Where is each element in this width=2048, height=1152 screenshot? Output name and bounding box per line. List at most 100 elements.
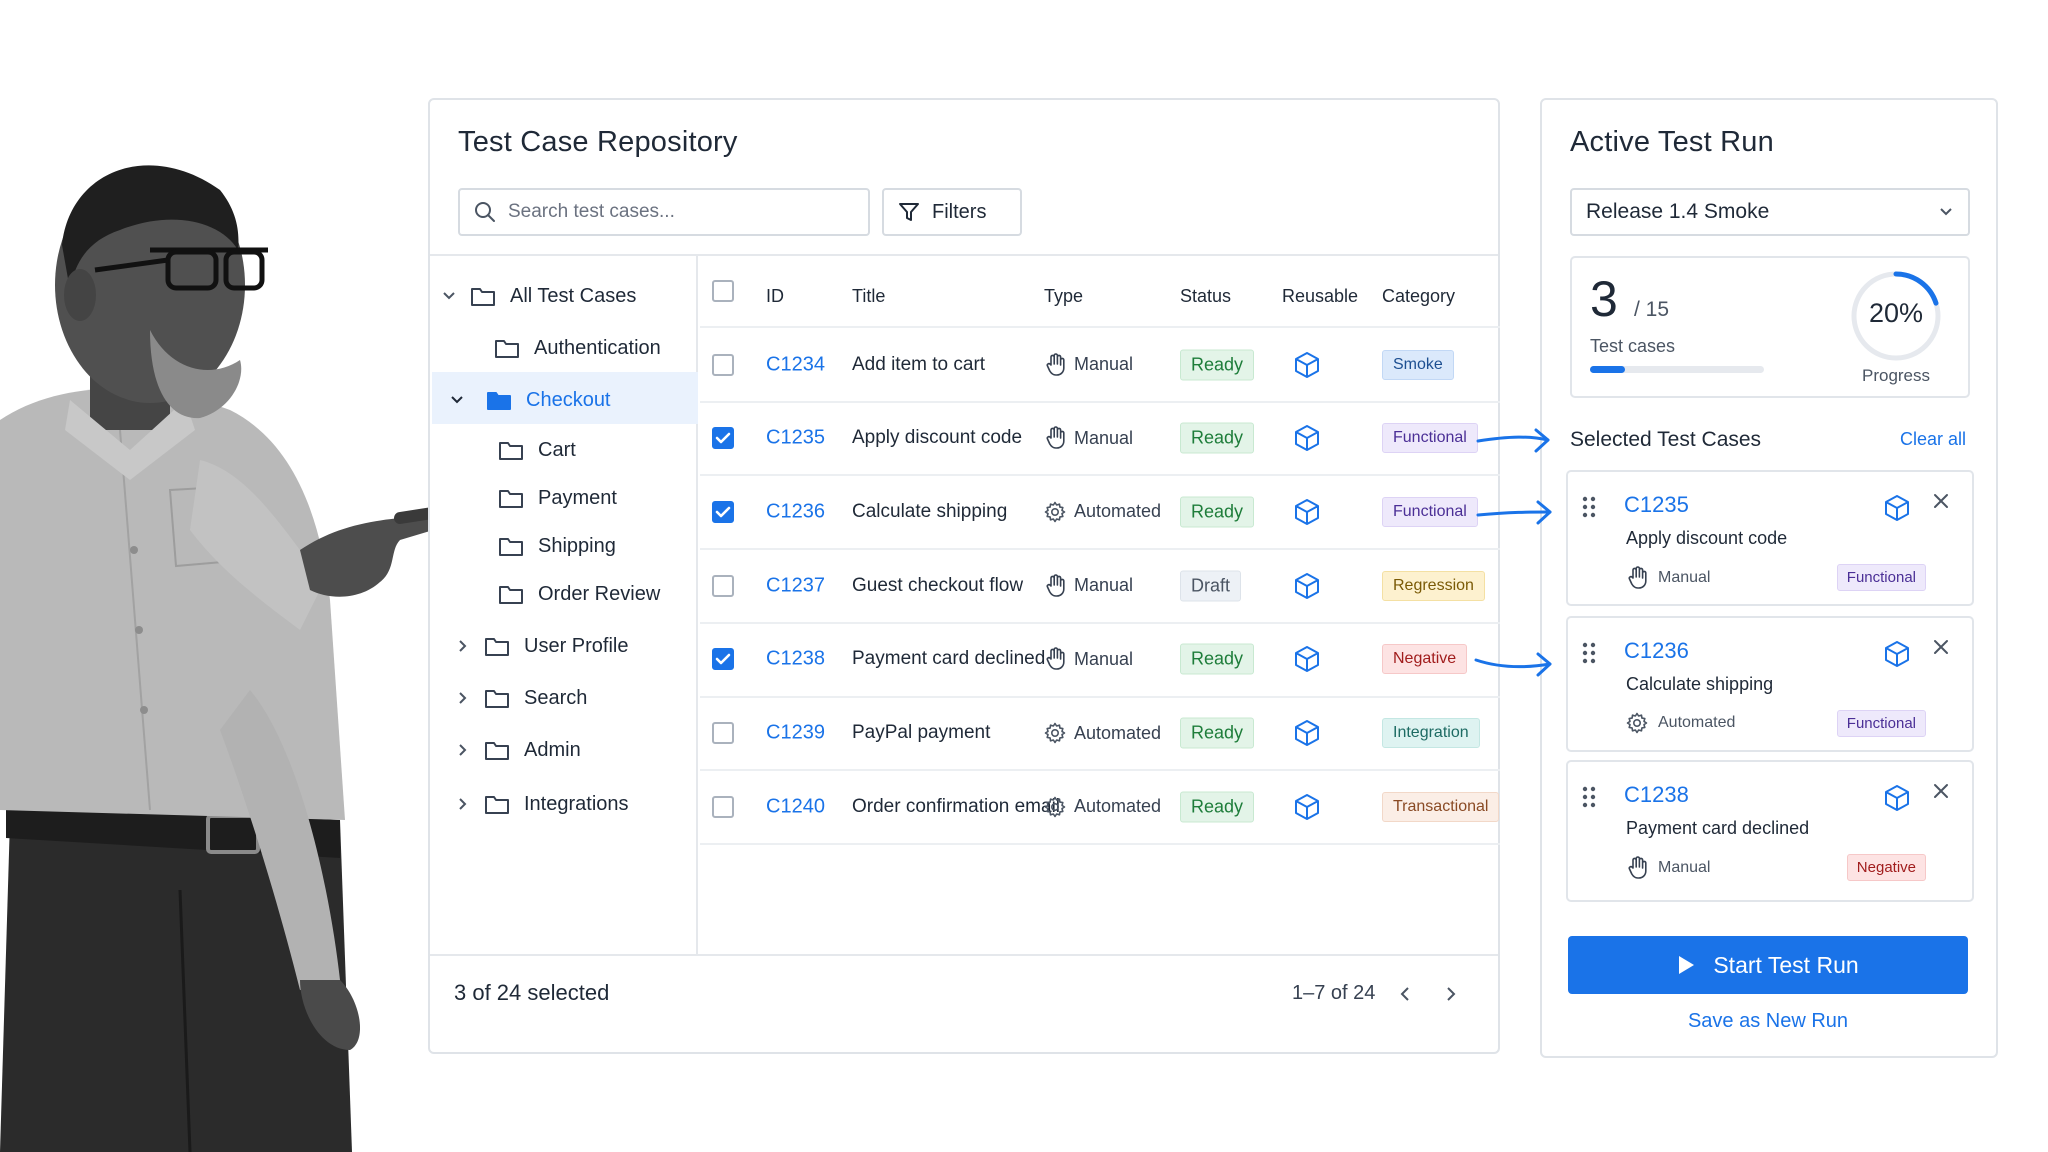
tree-label: Checkout [526, 388, 611, 411]
tree-label: All Test Cases [510, 284, 637, 307]
column-header-title[interactable]: Title [852, 286, 885, 307]
chevron-down-icon[interactable] [440, 291, 458, 301]
tree-item-integrations[interactable]: Integrations [454, 784, 629, 824]
save-as-new-run-link[interactable]: Save as New Run [1568, 1010, 1968, 1033]
test-case-id-link[interactable]: C1240 [766, 795, 825, 818]
table-row[interactable]: C1238 Payment card declined Manual Ready Neg… [700, 623, 1500, 696]
column-header-id[interactable]: ID [766, 286, 784, 307]
drag-handle-icon[interactable] [1582, 496, 1596, 523]
chevron-right-icon[interactable] [454, 797, 472, 811]
selected-test-case-title: Calculate shipping [1626, 674, 1774, 694]
table-row[interactable]: C1236 Calculate shipping Automated Ready Fun… [700, 475, 1500, 548]
type-label: Manual [1074, 354, 1134, 374]
chevron-right-icon[interactable] [454, 691, 472, 705]
remove-close-icon[interactable] [1932, 782, 1950, 805]
drag-handle-icon[interactable] [1582, 786, 1596, 813]
tree-item-admin[interactable]: Admin [454, 730, 581, 770]
chevron-down-icon[interactable] [448, 395, 466, 405]
selection-count: 3 of 24 selected [454, 980, 610, 1005]
tree-label: User Profile [524, 634, 629, 657]
type-label: Manual [1658, 859, 1711, 876]
count-label: Test cases [1590, 336, 1676, 356]
table-row[interactable]: C1237 Guest checkout flow Manual Draft Regre… [700, 549, 1500, 622]
select-all-checkbox[interactable] [712, 280, 734, 307]
test-case-type: Manual [1044, 647, 1133, 671]
test-case-id-link[interactable]: C1234 [766, 353, 825, 376]
drag-handle-icon[interactable] [1582, 642, 1596, 669]
filter-icon [898, 201, 920, 223]
reusable-cube-icon [1884, 784, 1910, 817]
test-run-select[interactable]: Release 1.4 Smoke [1570, 188, 1970, 236]
row-checkbox[interactable] [712, 722, 734, 744]
column-header-category[interactable]: Category [1382, 286, 1455, 307]
reusable-cube-icon [1884, 494, 1910, 527]
test-case-title: Guest checkout flow [852, 574, 1024, 596]
selected-test-case-type: Manual [1626, 856, 1710, 880]
status-badge: Ready [1180, 791, 1255, 823]
selected-test-case-id[interactable]: C1236 [1624, 638, 1689, 664]
selected-test-case-card[interactable]: C1238 Payment card declined Manual Negative [1566, 760, 1974, 902]
type-label: Manual [1074, 427, 1134, 448]
tree-label: Integrations [524, 792, 629, 815]
test-case-title: Calculate shipping [852, 500, 1008, 522]
table-row[interactable]: C1235 Apply discount code Manual Ready Funct… [700, 402, 1500, 475]
tree-item-cart[interactable]: Cart [486, 430, 576, 470]
remove-close-icon[interactable] [1932, 492, 1950, 515]
folder-icon [470, 285, 496, 307]
chevron-right-icon[interactable] [454, 639, 472, 653]
clear-all-link[interactable]: Clear all [1900, 429, 1966, 450]
test-case-id-link[interactable]: C1236 [766, 500, 825, 523]
status-label: Ready [1180, 791, 1255, 823]
tree-item-search[interactable]: Search [454, 678, 587, 718]
test-case-id-link[interactable]: C1238 [766, 648, 825, 671]
tree-item-checkout[interactable]: Checkout [448, 380, 611, 420]
start-test-run-button[interactable]: Start Test Run [1568, 936, 1968, 994]
row-checkbox[interactable] [712, 353, 734, 376]
category-badge: Negative [1382, 644, 1468, 675]
selected-test-case-card[interactable]: C1236 Calculate shipping Automated Function… [1566, 616, 1974, 752]
selected-test-case-id[interactable]: C1235 [1624, 492, 1689, 518]
next-page-button[interactable] [1436, 976, 1466, 1012]
status-label: Ready [1180, 422, 1255, 454]
tree-item-authentication[interactable]: Authentication [464, 328, 661, 368]
column-header-type[interactable]: Type [1044, 286, 1083, 307]
row-checkbox[interactable] [712, 427, 734, 450]
filters-button[interactable]: Filters [882, 188, 1022, 236]
test-run-select-value: Release 1.4 Smoke [1586, 200, 1770, 223]
selected-test-case-id[interactable]: C1238 [1624, 782, 1689, 808]
row-checkbox[interactable] [712, 795, 734, 818]
tree-item-shipping[interactable]: Shipping [486, 526, 616, 566]
type-label: Manual [1074, 575, 1134, 596]
test-case-id-link[interactable]: C1239 [766, 722, 825, 745]
row-checkbox[interactable] [712, 500, 734, 523]
search-input[interactable] [508, 201, 848, 223]
table-row[interactable]: C1239 PayPal payment Automated Ready Integra… [700, 697, 1500, 770]
tree-item-user-profile[interactable]: User Profile [454, 626, 628, 666]
row-checkbox[interactable] [712, 648, 734, 671]
selected-test-case-card[interactable]: C1235 Apply discount code Manual Functional [1566, 470, 1974, 606]
chevron-right-icon[interactable] [454, 743, 472, 757]
row-checkbox[interactable] [712, 574, 734, 597]
gear-icon [1044, 501, 1066, 523]
search-field[interactable] [458, 188, 870, 236]
status-label: Ready [1180, 643, 1255, 675]
reusable-cube-icon [1294, 498, 1320, 526]
progress-percent: 20% [1868, 298, 1924, 328]
tree-item-payment[interactable]: Payment [486, 478, 617, 518]
category-label: Integration [1382, 718, 1480, 748]
tree-item-order-review[interactable]: Order Review [486, 574, 660, 614]
column-header-reusable[interactable]: Reusable [1282, 286, 1358, 307]
reusable-cube-icon [1294, 645, 1320, 673]
reusable-cube-icon [1294, 793, 1320, 821]
reusable-cube-icon [1294, 572, 1320, 600]
tree-item-all-test-cases[interactable]: All Test Cases [440, 276, 636, 316]
remove-close-icon[interactable] [1932, 638, 1950, 661]
column-header-status[interactable]: Status [1180, 286, 1231, 307]
previous-page-button[interactable] [1390, 976, 1420, 1012]
folder-icon [484, 635, 510, 657]
table-row[interactable]: C1234 Add item to cart Manual Ready Smoke [700, 328, 1500, 401]
table-row[interactable]: C1240 Order confirmation email Automated Re… [700, 770, 1500, 843]
test-case-id-link[interactable]: C1237 [766, 574, 825, 597]
tree-label: Payment [538, 486, 617, 509]
test-case-id-link[interactable]: C1235 [766, 427, 825, 450]
